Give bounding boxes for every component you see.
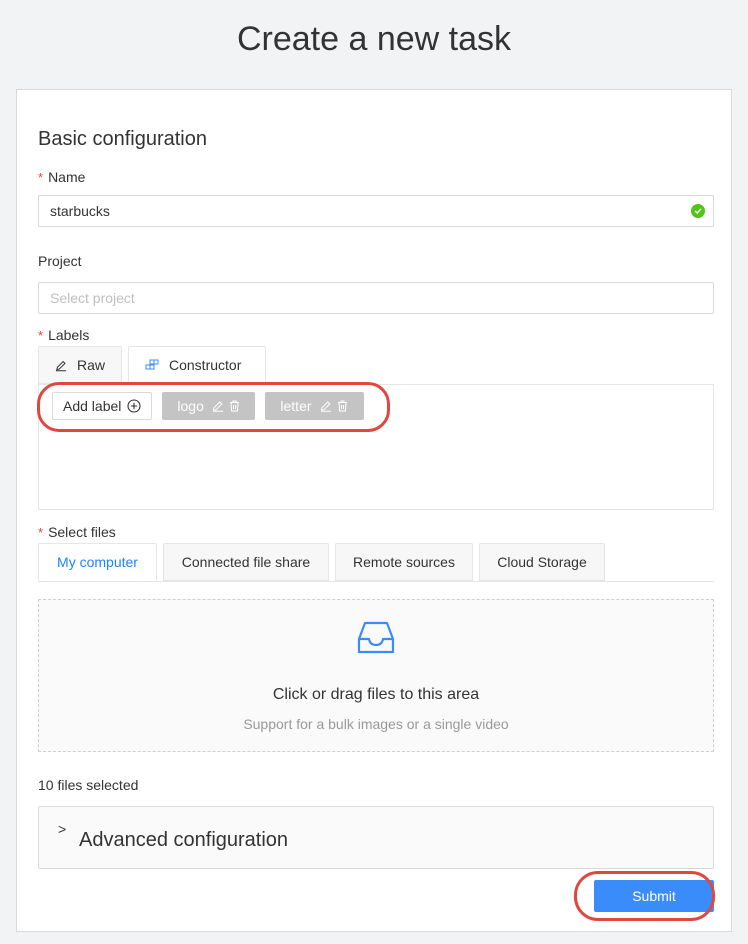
tab-cloud-storage[interactable]: Cloud Storage — [479, 543, 605, 581]
file-dropzone[interactable]: Click or drag files to this area Support… — [38, 599, 714, 752]
tab-raw-label: Raw — [76, 357, 105, 373]
page-title: Create a new task — [236, 20, 512, 58]
select-files-label-text: Select files — [48, 524, 116, 540]
annotation-highlight-submit — [574, 871, 715, 921]
advanced-configuration-collapse[interactable]: > Advanced configuration — [38, 806, 714, 869]
check-circle-icon — [691, 204, 705, 218]
project-label: Project — [38, 253, 82, 269]
tab-raw[interactable]: Raw — [38, 346, 122, 384]
tab-constructor-label: Constructor — [169, 357, 242, 373]
files-tab-baseline — [38, 581, 714, 582]
dropzone-title: Click or drag files to this area — [272, 686, 480, 703]
tab-my-computer[interactable]: My computer — [38, 543, 157, 581]
project-select[interactable]: Select project — [38, 282, 714, 314]
name-label: * Name — [38, 169, 85, 185]
dropzone-hint: Support for a bulk images or a single vi… — [243, 716, 509, 732]
tab-constructor[interactable]: Constructor — [128, 346, 266, 384]
files-selected-count: 10 files selected — [38, 777, 139, 793]
tab-my-computer-label: My computer — [57, 554, 138, 570]
select-files-tabs: My computer Connected file share Remote … — [38, 543, 611, 581]
tab-remote-sources-label: Remote sources — [353, 554, 455, 570]
advanced-configuration-title: Advanced configuration — [79, 829, 289, 851]
section-title: Basic configuration — [38, 128, 207, 150]
labels-label-text: Labels — [48, 327, 90, 343]
blocks-icon — [145, 359, 159, 370]
required-mark: * — [38, 328, 44, 343]
tab-connected-file-share-label: Connected file share — [181, 554, 311, 570]
project-select-placeholder: Select project — [50, 290, 135, 306]
tab-connected-file-share[interactable]: Connected file share — [163, 543, 329, 581]
select-files-label: * Select files — [38, 524, 116, 540]
task-form-card: Basic configuration * Name starbucks Proj… — [16, 89, 732, 932]
tab-cloud-storage-label: Cloud Storage — [497, 554, 587, 570]
tab-remote-sources[interactable]: Remote sources — [335, 543, 473, 581]
name-label-text: Name — [48, 169, 86, 185]
chevron-right-icon: > — [58, 821, 67, 837]
required-mark: * — [38, 170, 44, 185]
pencil-icon — [55, 360, 67, 371]
name-input-value: starbucks — [50, 203, 110, 219]
labels-tabs: Raw Constructor — [38, 346, 272, 384]
required-mark: * — [38, 525, 44, 540]
annotation-highlight-labels — [37, 382, 390, 432]
inbox-icon — [357, 621, 395, 654]
labels-label: * Labels — [38, 327, 89, 343]
name-input[interactable]: starbucks — [38, 195, 714, 227]
